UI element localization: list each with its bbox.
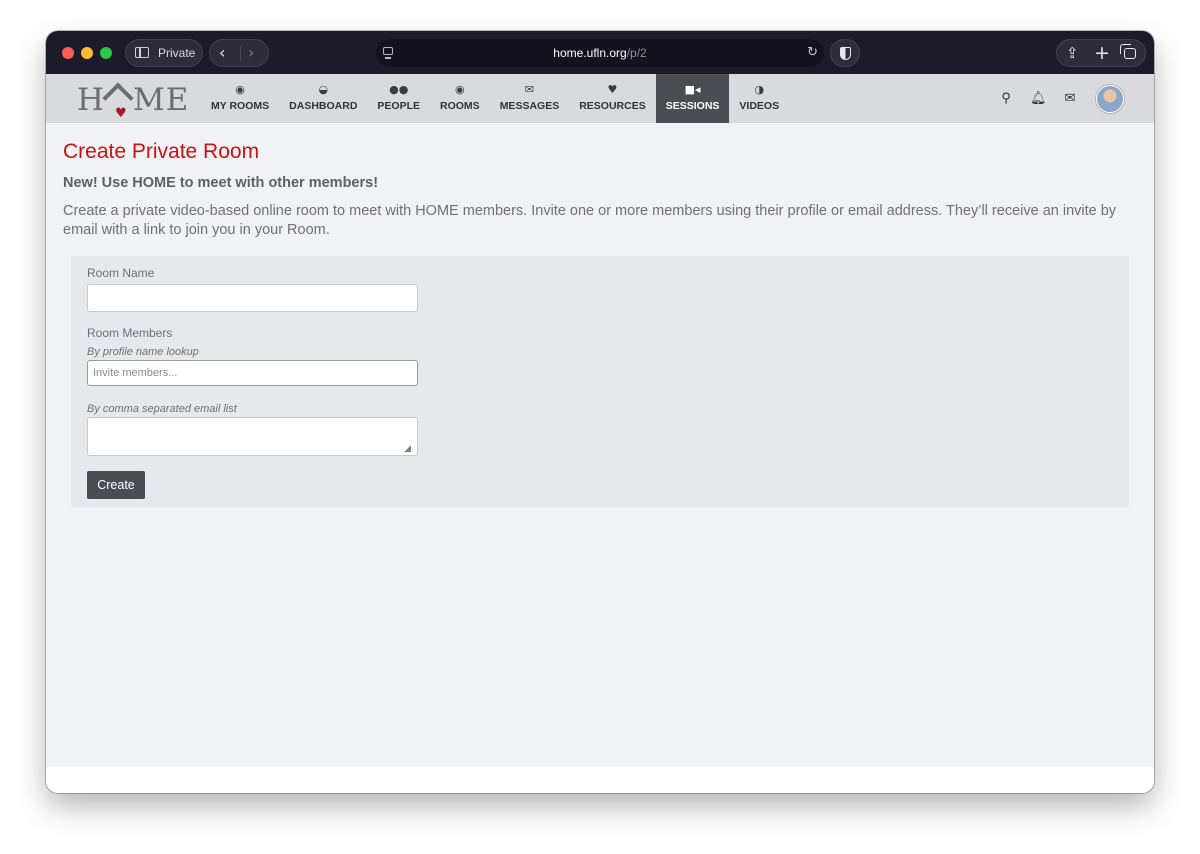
main-nav: ◉ MY ROOMS ◒ DASHBOARD ●● PEOPLE ◉ ROOMS… (201, 74, 789, 123)
url-host: home.ufln.org (553, 46, 627, 60)
nav-item-label: MY ROOMS (211, 100, 270, 112)
reload-icon[interactable]: ↻ (807, 45, 818, 60)
contrast-icon: ◑ (754, 83, 765, 96)
page-intro: Create a private video-based online room… (63, 203, 1117, 238)
email-list-textarea[interactable] (87, 417, 418, 456)
profile-lookup-hint: By profile name lookup (87, 346, 199, 358)
nav-item-label: RESOURCES (579, 100, 646, 112)
minimize-window-button[interactable] (81, 47, 93, 59)
nav-item-people[interactable]: ●● PEOPLE (367, 74, 430, 123)
new-tab-icon[interactable]: + (1094, 42, 1110, 64)
history-nav: ‹ › (209, 39, 269, 67)
browser-window: Private ‹ › home.ufln.org/p/2 ↻ ⇪ + H ♥ ME… (46, 31, 1154, 793)
nav-tools: ⚲ 🔔︎ ✉ (982, 74, 1124, 123)
share-icon[interactable]: ⇪ (1066, 44, 1079, 62)
history-divider (240, 46, 241, 61)
sidebar-icon (135, 47, 149, 58)
private-mode-label: Private (158, 46, 196, 60)
create-room-form: Room Name Room Members By profile name l… (71, 256, 1129, 507)
email-list-hint: By comma separated email list (87, 403, 237, 415)
shield-icon (840, 47, 851, 60)
sidebar-toggle-button[interactable]: Private (125, 39, 203, 67)
nav-item-dashboard[interactable]: ◒ DASHBOARD (279, 74, 367, 123)
heart-icon: ♥ (607, 83, 618, 96)
nav-item-label: SESSIONS (665, 100, 720, 112)
nav-item-rooms[interactable]: ◉ ROOMS (430, 74, 490, 123)
room-name-label: Room Name (87, 266, 155, 280)
house-heart-logo-mark: ♥ (102, 80, 134, 121)
page-subtitle: New! Use HOME to meet with other members… (63, 175, 379, 191)
search-icon[interactable]: ⚲ (998, 91, 1014, 106)
privacy-report-button[interactable] (830, 39, 860, 67)
tab-overview-icon[interactable] (1120, 44, 1136, 59)
nav-item-label: VIDEOS (739, 100, 780, 112)
url-text: home.ufln.org/p/2 (376, 46, 824, 60)
envelope-icon: ✉ (524, 83, 535, 96)
nav-item-label: DASHBOARD (289, 100, 358, 112)
target-icon: ◉ (235, 83, 245, 96)
browser-toolbar-right: ⇪ + (1056, 39, 1146, 67)
back-button[interactable]: ‹ (219, 45, 225, 61)
page-content: Create Private Room New! Use HOME to mee… (46, 123, 1154, 767)
url-path: /p/2 (626, 46, 647, 60)
nav-item-resources[interactable]: ♥ RESOURCES (569, 74, 656, 123)
invite-members-input[interactable] (87, 360, 418, 386)
nav-item-label: PEOPLE (377, 100, 421, 112)
nav-item-sessions[interactable]: ■◂ SESSIONS (655, 74, 730, 123)
people-icon: ●● (389, 83, 409, 96)
close-window-button[interactable] (62, 47, 74, 59)
target-icon: ◉ (455, 83, 465, 96)
create-button[interactable]: Create (87, 471, 145, 499)
video-camera-icon: ■◂ (684, 83, 701, 96)
avatar[interactable] (1096, 84, 1124, 113)
bell-icon[interactable]: 🔔︎ (1030, 91, 1047, 106)
nav-item-videos[interactable]: ◑ VIDEOS (729, 74, 789, 123)
forward-button[interactable]: › (248, 45, 254, 61)
home-logo[interactable]: H ♥ ME (77, 80, 189, 121)
dashboard-icon: ◒ (318, 83, 329, 96)
envelope-icon[interactable]: ✉ (1062, 91, 1078, 106)
site-navbar: H ♥ ME ◉ MY ROOMS ◒ DASHBOARD ●● PEOPLE ◉ … (46, 74, 1154, 124)
zoom-window-button[interactable] (100, 47, 112, 59)
window-bottom-strip (46, 767, 1154, 793)
room-members-label: Room Members (87, 326, 173, 340)
address-bar[interactable]: home.ufln.org/p/2 ↻ (376, 39, 824, 67)
browser-titlebar: Private ‹ › home.ufln.org/p/2 ↻ ⇪ + (46, 31, 1154, 74)
nav-item-label: MESSAGES (499, 100, 560, 112)
nav-item-label: ROOMS (440, 100, 480, 112)
nav-item-my-rooms[interactable]: ◉ MY ROOMS (201, 74, 279, 123)
nav-item-messages[interactable]: ✉ MESSAGES (490, 74, 570, 123)
room-name-input[interactable] (87, 284, 418, 312)
page-title: Create Private Room (63, 140, 260, 163)
